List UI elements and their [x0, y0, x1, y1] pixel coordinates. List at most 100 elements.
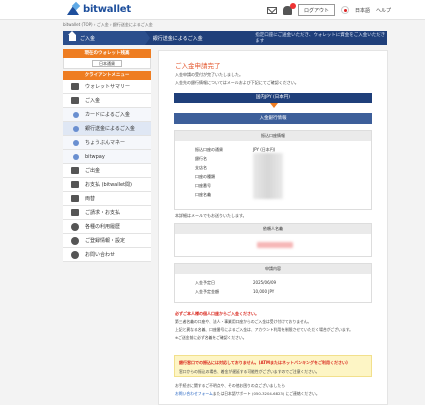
sidebar-item-wallet[interactable]: ウォレットサマリー	[63, 80, 151, 94]
bank-row-label: 銀行名	[195, 156, 207, 161]
sender-box-heading: 依頼人名義	[175, 224, 371, 234]
contact-icon	[71, 250, 79, 259]
request-row-value: 2025/06/09	[253, 280, 277, 285]
main-panel: ご入金申請完了 入金申請の受付が完了いたしました。 入金先の銀行情報についてはメ…	[158, 50, 388, 405]
atm-notice-box: 銀行窓口での振込には対応しておりません。(ATMまたはネットバンキングをご利用く…	[174, 355, 372, 377]
page-title: 銀行送金によるご入金	[152, 35, 203, 42]
sidebar-item-label: カードによるご入金	[85, 112, 130, 118]
sidebar-item-label: 銀行送金によるご入金	[85, 126, 135, 132]
sidebar-item-label: ウォレットサマリー	[85, 84, 131, 90]
request-row-label: 入金予定金額	[195, 289, 219, 294]
atm-notice-title: 銀行窓口での振込には対応しておりません。(ATMまたはネットバンキングをご利用く…	[179, 360, 348, 365]
deposit-home-tab[interactable]: ご入金	[63, 31, 145, 45]
warning-line-1: 第三者名義の口座や、法人・事業用口座からのご入金は受け付けておりません。	[175, 319, 312, 324]
redacted-bank-details	[253, 153, 283, 199]
sidebar-item-label: ご請求・お支払	[85, 210, 121, 216]
sidebar-item-label: bitwpay	[85, 153, 105, 160]
deposit-icon	[71, 97, 79, 104]
wallet-icon	[71, 83, 79, 90]
page-subtitle: 指定口座にご送金いただき、ウォレットに資金をご入金いただきます	[255, 33, 386, 44]
mail-icon[interactable]	[266, 6, 277, 14]
sender-name-box: 依頼人名義	[174, 223, 372, 257]
intro-line-1: 入金申請の受付が完了いたしました。	[175, 72, 243, 77]
warning-line-2: 上記と異なる名義、口座番号によるご入金は、アカウント利用を制限させていただく場合…	[175, 327, 353, 332]
home-tab-label: ご入金	[80, 35, 96, 42]
exchange-icon	[71, 195, 79, 202]
contact-form-link[interactable]: お問い合わせフォーム	[175, 391, 213, 396]
home-icon	[68, 31, 76, 41]
sidebar-item-exchange[interactable]: 両替	[63, 192, 151, 206]
currency-select[interactable]: 日本通貨	[92, 59, 122, 67]
sidebar: 現在のウォレット残高 日本通貨 クライアントメニュー ウォレットサマリー ご入金カ…	[63, 49, 151, 262]
request-row-label: 入金予定日	[195, 280, 215, 285]
bank-box-heading: 振込口座情報	[175, 131, 371, 141]
breadcrumb: bitwallet (TOP) › ご入金 › 銀行送金によるご入金	[63, 22, 153, 27]
language-selector[interactable]: 日本語	[355, 7, 370, 14]
card-icon	[73, 111, 79, 118]
sidebar-item-label: 両替	[85, 196, 96, 202]
sidebar-item-label: 各種の利用履歴	[85, 224, 121, 230]
invoice-icon	[71, 209, 79, 216]
down-arrow-icon	[270, 103, 278, 108]
client-menu-heading: クライアントメニュー	[63, 71, 151, 80]
atm-notice-text: 窓口からの振込の場合、着金が遅延する可能性がございますのでご注意ください。	[179, 369, 320, 374]
sidebar-item-label: ご入金	[85, 98, 101, 104]
sidebar-item-label: ご出金	[85, 168, 101, 174]
money-icon	[73, 139, 79, 146]
sidebar-item-withdraw[interactable]: ご出金	[63, 164, 151, 178]
logout-button[interactable]: ログアウト	[297, 4, 335, 16]
sidebar-item-settings[interactable]: ご登録情報・設定	[63, 234, 151, 248]
warning-title: 必ずご本人様の個人口座からご入金ください。	[175, 311, 259, 316]
currency-bar: 国内JPY (日本円)	[174, 93, 372, 103]
sidebar-item-pay[interactable]: bitwpay	[63, 150, 151, 164]
sidebar-item-deposit[interactable]: ご入金	[63, 94, 151, 108]
settings-icon	[71, 236, 79, 245]
bank-row-label: 支店名	[195, 165, 207, 170]
intro-line-2: 入金先の銀行情報についてはメールおよび下記にてご確認ください。	[175, 80, 299, 85]
pay-icon	[73, 153, 79, 160]
redacted-sender-name	[257, 242, 293, 248]
request-row-value: 10,000 JPY	[253, 289, 275, 294]
japan-flag-icon	[340, 6, 349, 14]
request-details-box: 申請内容 入金予定日 2025/06/09 入金予定金額 10,000 JPY	[174, 263, 372, 303]
footer-line-1: お手続きに関するご不明点や、その他お困りの点ございましたら	[175, 383, 285, 388]
sidebar-item-contact[interactable]: お問い合わせ	[63, 248, 151, 262]
transfer-icon	[71, 181, 79, 188]
sidebar-item-transfer[interactable]: お支払 (bitwallet間)	[63, 178, 151, 192]
bank-row-label: 口座名義	[195, 192, 211, 197]
notification-badge	[289, 2, 296, 9]
sidebar-item-label: ちょうぶんマネー	[85, 140, 126, 146]
sidebar-item-label: お問い合わせ	[85, 252, 116, 258]
withdraw-icon	[71, 167, 79, 174]
help-link[interactable]: ヘルプ	[376, 7, 391, 14]
request-box-heading: 申請内容	[175, 264, 371, 274]
footer-line-2: お問い合わせフォームまたは日本語サポート (050-3204-6823) にご連…	[175, 391, 320, 397]
sidebar-item-invoice[interactable]: ご請求・お支払	[63, 206, 151, 220]
wallet-balance-heading: 現在のウォレット残高	[63, 49, 151, 58]
history-icon	[71, 222, 79, 231]
warning-line-3: ※ご送金前に必ず名義をご確認ください。	[175, 335, 247, 340]
logo-text: bitwallet	[83, 3, 131, 15]
mail-note: 本詳細はメールでもお送りいたします。	[175, 213, 247, 218]
client-menu: ウォレットサマリー ご入金カードによるご入金 銀行送金によるご入金 ちょうぶんマネー b…	[63, 80, 151, 262]
sidebar-item-label: お支払 (bitwallet間)	[85, 182, 132, 188]
completion-title: ご入金申請完了	[175, 62, 221, 70]
top-header: bitwallet ログアウト 日本語 ヘルプ	[0, 0, 425, 20]
bank-row-label: 口座の種類	[195, 174, 215, 179]
bank-row-label: 振込口座の通貨	[195, 147, 223, 152]
footer-line-2-text: または日本語サポート (050-3204-6823) にご連絡ください。	[212, 391, 320, 396]
bank-icon	[73, 125, 79, 132]
bitwallet-logo[interactable]: bitwallet	[67, 3, 131, 15]
bank-info-bar: 入金銀行情報	[174, 113, 372, 124]
sidebar-item-card[interactable]: カードによるご入金	[63, 108, 151, 122]
logo-mark-icon	[67, 3, 79, 15]
notification-bell-icon[interactable]	[282, 2, 296, 15]
logout-label: ログアウト	[303, 7, 329, 14]
bank-row-label: 口座番号	[195, 183, 211, 188]
sidebar-item-history[interactable]: 各種の利用履歴	[63, 220, 151, 234]
bank-account-box: 振込口座情報 振込口座の通貨 JPY (日本円) 銀行名 支店名 口座の種類 口座番号 口座…	[174, 130, 372, 210]
sidebar-item-money[interactable]: ちょうぶんマネー	[63, 136, 151, 150]
page-title-bar: ご入金 銀行送金によるご入金 指定口座にご送金いただき、ウォレットに資金をご入金…	[63, 31, 387, 45]
sidebar-item-bank[interactable]: 銀行送金によるご入金	[63, 122, 151, 136]
wallet-balance-box: 日本通貨	[63, 58, 151, 69]
